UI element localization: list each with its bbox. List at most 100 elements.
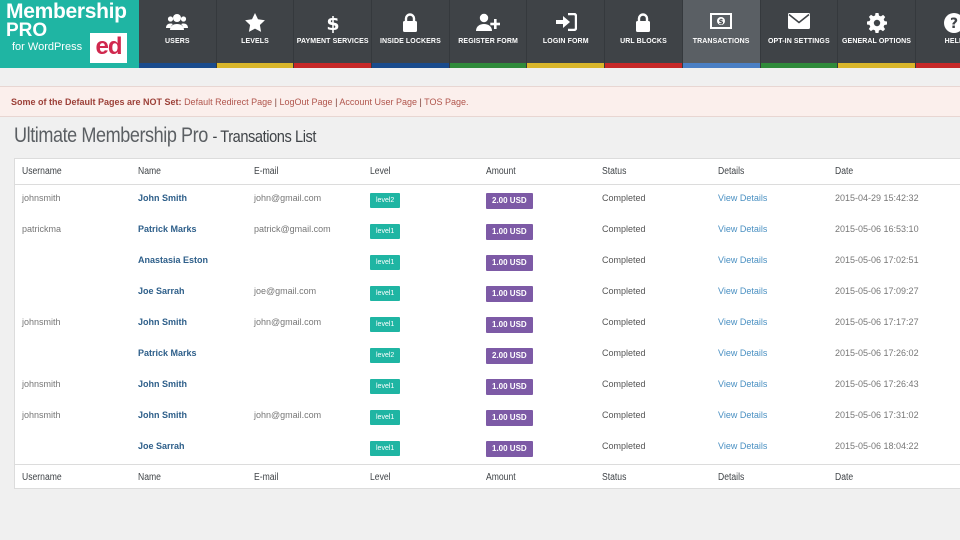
cell-level: level1	[370, 371, 401, 402]
nav-item-register-form[interactable]: REGISTER FORM	[449, 0, 528, 68]
cell-name[interactable]: Patrick Marks	[138, 216, 197, 247]
column-header-amount[interactable]: Amount	[486, 159, 516, 184]
notice-separator: |	[419, 97, 422, 107]
cell-username: johnsmith	[22, 193, 61, 203]
nav-color-stripe	[449, 63, 527, 68]
nav-item-login-form[interactable]: LOGIN FORM	[527, 0, 606, 68]
svg-text:?: ?	[950, 16, 958, 32]
table-footer-row: Username Name E-mail Level Amount Status…	[15, 464, 960, 490]
table-row: Joe Sarrah level1 1.00 USD Completed View De…	[15, 433, 960, 464]
cell-name[interactable]: John Smith	[138, 402, 187, 433]
view-details-link[interactable]: View Details	[718, 247, 767, 278]
column-footer-username[interactable]: Username	[22, 465, 62, 490]
cell-level: level2	[370, 185, 401, 216]
column-footer-date[interactable]: Date	[835, 465, 853, 490]
main-nav: USERS LEVELS $ PAYMENT SERVICES INSIDE LOCKE…	[139, 0, 960, 68]
notice-link-tos[interactable]: TOS Page.	[424, 97, 468, 107]
transactions-table: Username Name E-mail Level Amount Status…	[14, 158, 960, 489]
cell-date: 2015-05-06 16:53:10	[835, 224, 919, 234]
money-icon: $	[683, 13, 760, 33]
notice-link-default-redirect[interactable]: Default Redirect Page	[184, 97, 272, 107]
cell-name[interactable]: John Smith	[138, 309, 187, 340]
column-footer-amount[interactable]: Amount	[486, 465, 516, 490]
column-footer-status[interactable]: Status	[602, 465, 626, 490]
level-badge: level2	[370, 193, 401, 208]
column-header-username[interactable]: Username	[22, 159, 62, 184]
nav-item-levels[interactable]: LEVELS	[216, 0, 295, 68]
cell-name[interactable]: Joe Sarrah	[138, 278, 185, 309]
cell-name[interactable]: Anastasia Eston	[138, 247, 208, 278]
view-details-link[interactable]: View Details	[718, 278, 767, 309]
nav-item-general-options[interactable]: GENERAL OPTIONS	[838, 0, 916, 68]
cell-level: level1	[370, 402, 401, 433]
table-header-row: Username Name E-mail Level Amount Status…	[15, 159, 960, 185]
nav-item-help[interactable]: ? HELP	[915, 0, 960, 68]
column-header-level[interactable]: Level	[370, 159, 391, 184]
sign-in-icon	[527, 13, 604, 33]
page-title: Ultimate Membership Pro - Transations Li…	[14, 124, 316, 148]
nav-item-label: REGISTER FORM	[458, 38, 518, 45]
nav-item-label: LEVELS	[241, 38, 269, 45]
cell-date: 2015-05-06 17:26:02	[835, 348, 919, 358]
view-details-link[interactable]: View Details	[718, 185, 767, 216]
membership-pro-logo[interactable]: Membership PRO for WordPress ed	[0, 0, 139, 68]
level-badge: level1	[370, 286, 401, 301]
amount-badge: 1.00 USD	[486, 317, 533, 333]
level-badge: level2	[370, 348, 401, 363]
view-details-link[interactable]: View Details	[718, 371, 767, 402]
cell-date: 2015-05-06 17:02:51	[835, 255, 919, 265]
cell-status: Completed	[602, 255, 646, 265]
amount-badge: 1.00 USD	[486, 286, 533, 302]
view-details-link[interactable]: View Details	[718, 340, 767, 371]
cell-email: john@gmail.com	[254, 410, 322, 420]
envelope-icon	[761, 13, 838, 33]
nav-item-opt-in-settings[interactable]: OPT-IN SETTINGS	[760, 0, 839, 68]
table-row: johnsmith John Smith john@gmail.com level2 2…	[15, 185, 960, 216]
column-header-details[interactable]: Details	[718, 159, 744, 184]
page-title-main: Ultimate Membership Pro	[14, 124, 208, 147]
lock-icon	[372, 13, 449, 33]
cell-name[interactable]: John Smith	[138, 185, 187, 216]
nav-item-transactions[interactable]: $ TRANSACTIONS	[682, 0, 761, 68]
nav-item-payment-services[interactable]: $ PAYMENT SERVICES	[294, 0, 373, 68]
cell-name[interactable]: John Smith	[138, 371, 187, 402]
column-header-status[interactable]: Status	[602, 159, 626, 184]
table-row: Patrick Marks level2 2.00 USD Completed View…	[15, 340, 960, 371]
column-header-name[interactable]: Name	[138, 159, 161, 184]
notice-link-logout[interactable]: LogOut Page	[280, 97, 333, 107]
column-footer-name[interactable]: Name	[138, 465, 161, 490]
nav-color-stripe	[760, 63, 838, 68]
add-user-icon	[450, 13, 527, 33]
nav-color-stripe	[294, 63, 372, 68]
table-row: johnsmith John Smith john@gmail.com level1 1…	[15, 309, 960, 340]
cell-status: Completed	[602, 441, 646, 451]
view-details-link[interactable]: View Details	[718, 216, 767, 247]
column-header-email[interactable]: E-mail	[254, 159, 278, 184]
table-row: Anastasia Eston level1 1.00 USD Completed Vi…	[15, 247, 960, 278]
cell-amount: 1.00 USD	[486, 371, 533, 402]
cell-status: Completed	[602, 348, 646, 358]
svg-text:$: $	[326, 13, 339, 33]
column-footer-details[interactable]: Details	[718, 465, 744, 490]
nav-item-url-blocks[interactable]: URL BLOCKS	[605, 0, 683, 68]
nav-color-stripe	[139, 63, 216, 68]
nav-item-users[interactable]: USERS	[139, 0, 217, 68]
nav-color-stripe	[527, 63, 605, 68]
view-details-link[interactable]: View Details	[718, 309, 767, 340]
level-badge: level1	[370, 317, 401, 332]
view-details-link[interactable]: View Details	[718, 433, 767, 464]
nav-item-inside-lockers[interactable]: INSIDE LOCKERS	[372, 0, 450, 68]
notice-link-account-user[interactable]: Account User Page	[339, 97, 417, 107]
cell-name[interactable]: Joe Sarrah	[138, 433, 185, 464]
cell-date: 2015-05-06 17:17:27	[835, 317, 919, 327]
help-icon: ?	[916, 13, 960, 33]
cell-email: joe@gmail.com	[254, 286, 317, 296]
view-details-link[interactable]: View Details	[718, 402, 767, 433]
cell-amount: 1.00 USD	[486, 433, 533, 464]
cell-name[interactable]: Patrick Marks	[138, 340, 197, 371]
table-row: johnsmith John Smith level1 1.00 USD Complet…	[15, 371, 960, 402]
column-header-date[interactable]: Date	[835, 159, 853, 184]
nav-item-label: LOGIN FORM	[542, 38, 589, 45]
column-footer-level[interactable]: Level	[370, 465, 391, 490]
column-footer-email[interactable]: E-mail	[254, 465, 278, 490]
